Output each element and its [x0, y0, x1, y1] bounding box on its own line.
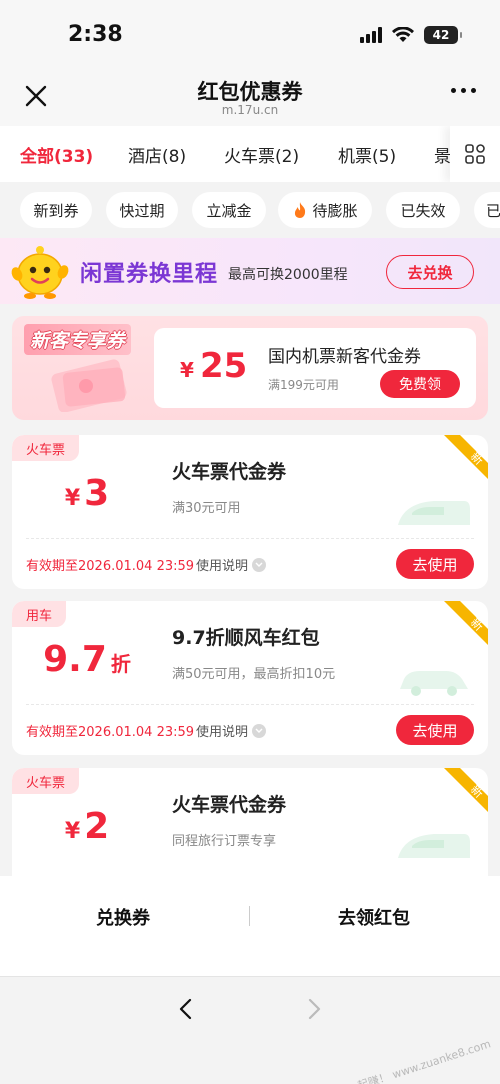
status-bar: 2:38 42: [0, 0, 500, 70]
battery-icon: 42: [424, 26, 462, 44]
coupon-category-tag: 火车票: [12, 768, 80, 794]
tab-train[interactable]: 火车票(2): [224, 142, 299, 167]
more-icon[interactable]: [451, 88, 476, 93]
mileage-exchange-banner[interactable]: 闲置券换里程 最高可换2000里程 去兑换: [0, 238, 500, 304]
bottom-action-bar: 兑换券 去领红包: [0, 876, 500, 976]
wifi-icon: [392, 27, 414, 42]
currency-symbol: ¥: [64, 819, 81, 844]
coupon-card: 火车票 ¥3 火车票代金券 满30元可用 新 有效期至2026.01.04 23…: [12, 435, 488, 589]
exchange-coupon-button[interactable]: 兑换券: [96, 904, 150, 930]
chip-expiring[interactable]: 快过期: [106, 192, 178, 228]
chip-expired[interactable]: 已失效: [386, 192, 460, 228]
chip-label: 待膨胀: [312, 201, 358, 220]
forward-icon[interactable]: [302, 997, 326, 1021]
coupon-amount: 3: [84, 473, 110, 514]
signal-icon: [360, 27, 382, 43]
coupon-amount: 25: [200, 346, 248, 386]
page-url: m.17u.cn: [221, 103, 279, 117]
tab-all[interactable]: 全部(33): [20, 142, 93, 167]
fire-icon: [295, 202, 306, 218]
ticket-illustration-icon: [51, 359, 127, 412]
usage-instructions[interactable]: 使用说明: [196, 555, 267, 574]
new-badge: 新: [444, 768, 488, 812]
chevron-down-icon: [252, 557, 267, 572]
coupon-title: 9.7折顺风车红包: [172, 627, 320, 649]
coupon-category-tag: 用车: [12, 601, 67, 627]
chip-to-expand[interactable]: 待膨胀: [278, 192, 372, 228]
coupon-condition: 同程旅行订票专享: [172, 834, 277, 849]
page-title: 红包优惠券: [197, 80, 303, 104]
banner-subtitle: 最高可换2000里程: [228, 267, 348, 283]
train-icon: [398, 834, 470, 858]
banner-title: 闲置券换里程: [80, 262, 219, 287]
coupon-condition: 满30元可用: [172, 501, 241, 516]
status-icons: 42: [360, 26, 462, 44]
new-badge: 新: [444, 601, 488, 645]
usage-instructions[interactable]: 使用说明: [196, 721, 267, 740]
chip-instant-discount[interactable]: 立减金: [192, 192, 266, 228]
coupon-condition: 满199元可用: [268, 378, 339, 392]
coupon-condition: 满50元可用，最高折扣10元: [172, 667, 336, 682]
expiry-text: 有效期至2026.01.04 23:59: [26, 559, 195, 574]
coupon-amount: 2: [84, 806, 110, 847]
browser-navigation: 赚客吧，有我一起赚！ www.zuanke8.com: [0, 976, 500, 1084]
chip-new[interactable]: 新到券: [20, 192, 92, 228]
coupon-value: ¥3: [12, 473, 162, 514]
get-red-packet-button[interactable]: 去领红包: [338, 904, 410, 930]
category-tabs: 全部(33) 酒店(8) 火车票(2) 机票(5) 景: [0, 126, 500, 182]
filter-chips: 新到券 快过期 立减金 待膨胀 已失效 已: [0, 182, 500, 238]
new-badge: 新: [444, 435, 488, 479]
usage-instructions-label: 使用说明: [196, 725, 249, 740]
coupon-title: 火车票代金券: [172, 794, 287, 816]
claim-free-button[interactable]: 免费领: [380, 370, 460, 398]
chevron-down-icon: [252, 723, 267, 738]
car-icon: [400, 671, 468, 696]
use-button[interactable]: 去使用: [396, 715, 474, 745]
discount-unit: 折: [110, 652, 131, 676]
watermark: 赚客吧，有我一起赚！ www.zuanke8.com: [282, 1037, 493, 1084]
tab-scenic[interactable]: 景: [434, 142, 451, 167]
currency-symbol: ¥: [64, 486, 81, 511]
coupon-category-tag: 火车票: [12, 435, 80, 461]
coupon-value: ¥2: [12, 806, 162, 847]
train-icon: [398, 501, 470, 525]
coupon-amount: 9.7: [43, 639, 107, 680]
divider: [26, 538, 474, 539]
newcomer-coupon: ¥ 25 国内机票新客代金券 满199元可用 免费领: [154, 328, 476, 408]
status-time: 2:38: [68, 22, 123, 47]
grid-menu-button[interactable]: [450, 126, 500, 182]
tab-flight[interactable]: 机票(5): [338, 142, 396, 167]
grid-icon: [465, 144, 485, 164]
divider: [26, 704, 474, 705]
use-button[interactable]: 去使用: [396, 549, 474, 579]
exchange-button[interactable]: 去兑换: [386, 255, 474, 289]
coupon-title: 火车票代金券: [172, 461, 287, 483]
back-icon[interactable]: [174, 997, 198, 1021]
page-header: 红包优惠券 m.17u.cn: [0, 70, 500, 126]
usage-instructions-label: 使用说明: [196, 559, 249, 574]
coupon-title: 国内机票新客代金券: [268, 347, 421, 367]
expiry-text: 有效期至2026.01.04 23:59: [26, 725, 195, 740]
currency-symbol: ¥: [180, 358, 194, 382]
coupon-card: 用车 9.7 折 9.7折顺风车红包 满50元可用，最高折扣10元 新 有效期至2…: [12, 601, 488, 755]
chip-more[interactable]: 已: [474, 192, 500, 228]
newcomer-coupon-card: 新客专享券 ¥ 25 国内机票新客代金券 满199元可用 免费领: [12, 316, 488, 420]
mascot-icon: [11, 246, 69, 299]
divider: [249, 906, 250, 926]
tab-hotel[interactable]: 酒店(8): [128, 142, 186, 167]
coupon-value: 9.7 折: [12, 639, 162, 680]
newcomer-tag: 新客专享券: [24, 324, 132, 355]
